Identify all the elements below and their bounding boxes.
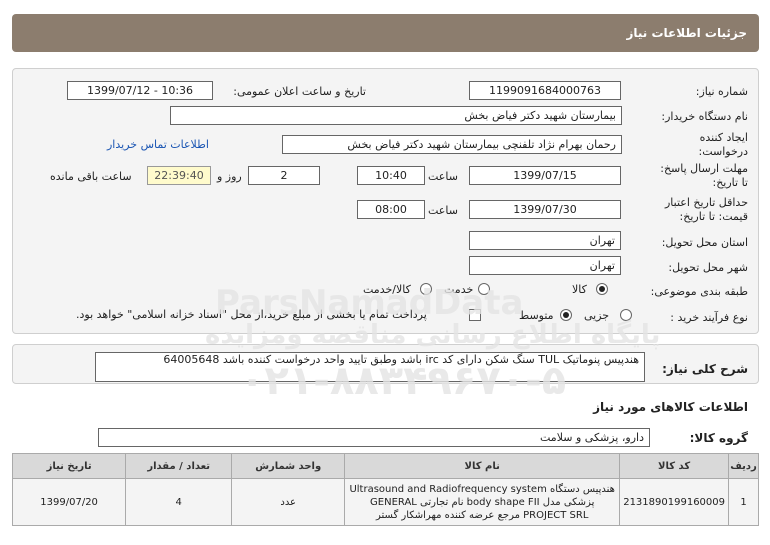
- reply-date-field: 1399/07/15: [469, 166, 621, 185]
- buyer-org-field: بیمارستان شهید دکتر فیاض بخش: [170, 106, 622, 125]
- remaining-time-label: ساعت باقی مانده: [50, 170, 132, 183]
- days-label: روز و: [217, 170, 242, 183]
- announce-date-field: 1399/07/12 - 10:36: [67, 81, 213, 100]
- process-small-label: جزیی: [584, 309, 610, 322]
- category-both-label: کالا/خدمت: [363, 283, 411, 296]
- category-service-label: خدمت: [444, 283, 474, 296]
- requester-label: ایجاد کننده: [699, 131, 748, 144]
- reply-deadline-label-2: تا تاریخ:: [712, 176, 748, 189]
- treasury-payment-label: پرداخت تمام یا بخشی از مبلغ خرید،از محل …: [76, 308, 427, 321]
- category-service-radio[interactable]: [478, 283, 490, 295]
- category-label: طبقه بندی موضوعی:: [650, 285, 748, 298]
- category-both-radio[interactable]: [420, 283, 432, 295]
- process-medium-radio[interactable]: [560, 309, 572, 321]
- page-header: جزئیات اطلاعات نیاز: [12, 14, 759, 52]
- announce-date-label: تاریخ و ساعت اعلان عمومی:: [233, 85, 366, 98]
- treasury-payment-checkbox[interactable]: [469, 309, 481, 321]
- validity-time-label: ساعت: [428, 204, 458, 217]
- validity-time-field: 08:00: [357, 200, 425, 219]
- cell-row: 1: [728, 478, 759, 526]
- col-date: تاریخ نیاز: [11, 453, 127, 479]
- validity-date-field: 1399/07/30: [469, 200, 621, 219]
- requester-field: رحمان بهرام نژاد تلفنچی بیمارستان شهید د…: [282, 135, 622, 154]
- process-label: نوع فرآیند خرید :: [670, 311, 748, 324]
- description-label: شرح کلی نیاز:: [662, 362, 748, 376]
- reply-time-field: 10:40: [357, 166, 425, 185]
- remaining-time-field: 22:39:40: [147, 166, 211, 185]
- validity-label: حداقل تاریخ اعتبار: [664, 196, 748, 209]
- contact-buyer-link[interactable]: اطلاعات تماس خریدار: [107, 138, 209, 151]
- goods-group-field: دارو، پزشکی و سلامت: [98, 428, 650, 447]
- description-field: هندپیس پنوماتیک TUL سنگ شکن دارای کد irc…: [95, 352, 645, 382]
- buyer-org-label: نام دستگاه خریدار:: [661, 110, 748, 123]
- col-code: کد کالا: [619, 453, 729, 479]
- goods-section-title: اطلاعات کالاهای مورد نیاز: [593, 400, 748, 414]
- province-label: استان محل تحویل:: [661, 236, 748, 249]
- reply-time-label: ساعت: [428, 170, 458, 183]
- table-row: 1 2131890199160009 هندپیس دستگاه Ultraso…: [11, 478, 759, 526]
- goods-group-label: گروه کالا:: [689, 431, 748, 445]
- reply-deadline-label: مهلت ارسال پاسخ:: [660, 162, 748, 175]
- city-field: تهران: [469, 256, 621, 275]
- requester-label-2: درخواست:: [698, 145, 748, 158]
- cell-date: 1399/07/20: [11, 478, 127, 526]
- need-number-field: 1199091684000763: [469, 81, 621, 100]
- category-goods-label: کالا: [572, 283, 587, 296]
- cell-name-line3: PROJECT SRL مرجع عرضه کننده مهراشکار گست…: [375, 509, 589, 521]
- cell-code: 2131890199160009: [619, 478, 729, 526]
- page-title: جزئیات اطلاعات نیاز: [626, 26, 747, 40]
- cell-qty: 4: [125, 478, 233, 526]
- category-goods-radio[interactable]: [596, 283, 608, 295]
- goods-table-header: ردیف کد کالا نام کالا واحد شمارش تعداد /…: [11, 453, 759, 479]
- col-row: ردیف: [728, 453, 759, 479]
- days-field: 2: [248, 166, 320, 185]
- need-number-label: شماره نیاز:: [695, 85, 748, 98]
- cell-name: هندپیس دستگاه Ultrasound and Radiofreque…: [344, 478, 621, 526]
- cell-unit: عدد: [231, 478, 346, 526]
- cell-name-line1: هندپیس دستگاه Ultrasound and Radiofreque…: [349, 483, 615, 495]
- validity-label-2: قیمت: تا تاریخ:: [679, 210, 748, 223]
- city-label: شهر محل تحویل:: [668, 261, 748, 274]
- col-qty: تعداد / مقدار: [125, 453, 233, 479]
- goods-table: ردیف کد کالا نام کالا واحد شمارش تعداد /…: [11, 453, 759, 526]
- process-small-radio[interactable]: [620, 309, 632, 321]
- col-name: نام کالا: [344, 453, 621, 479]
- province-field: تهران: [469, 231, 621, 250]
- process-medium-label: متوسط: [519, 309, 554, 322]
- col-unit: واحد شمارش: [231, 453, 346, 479]
- cell-name-line2: پزشکی مدل body shape FII نام تجارتی GENE…: [370, 496, 595, 508]
